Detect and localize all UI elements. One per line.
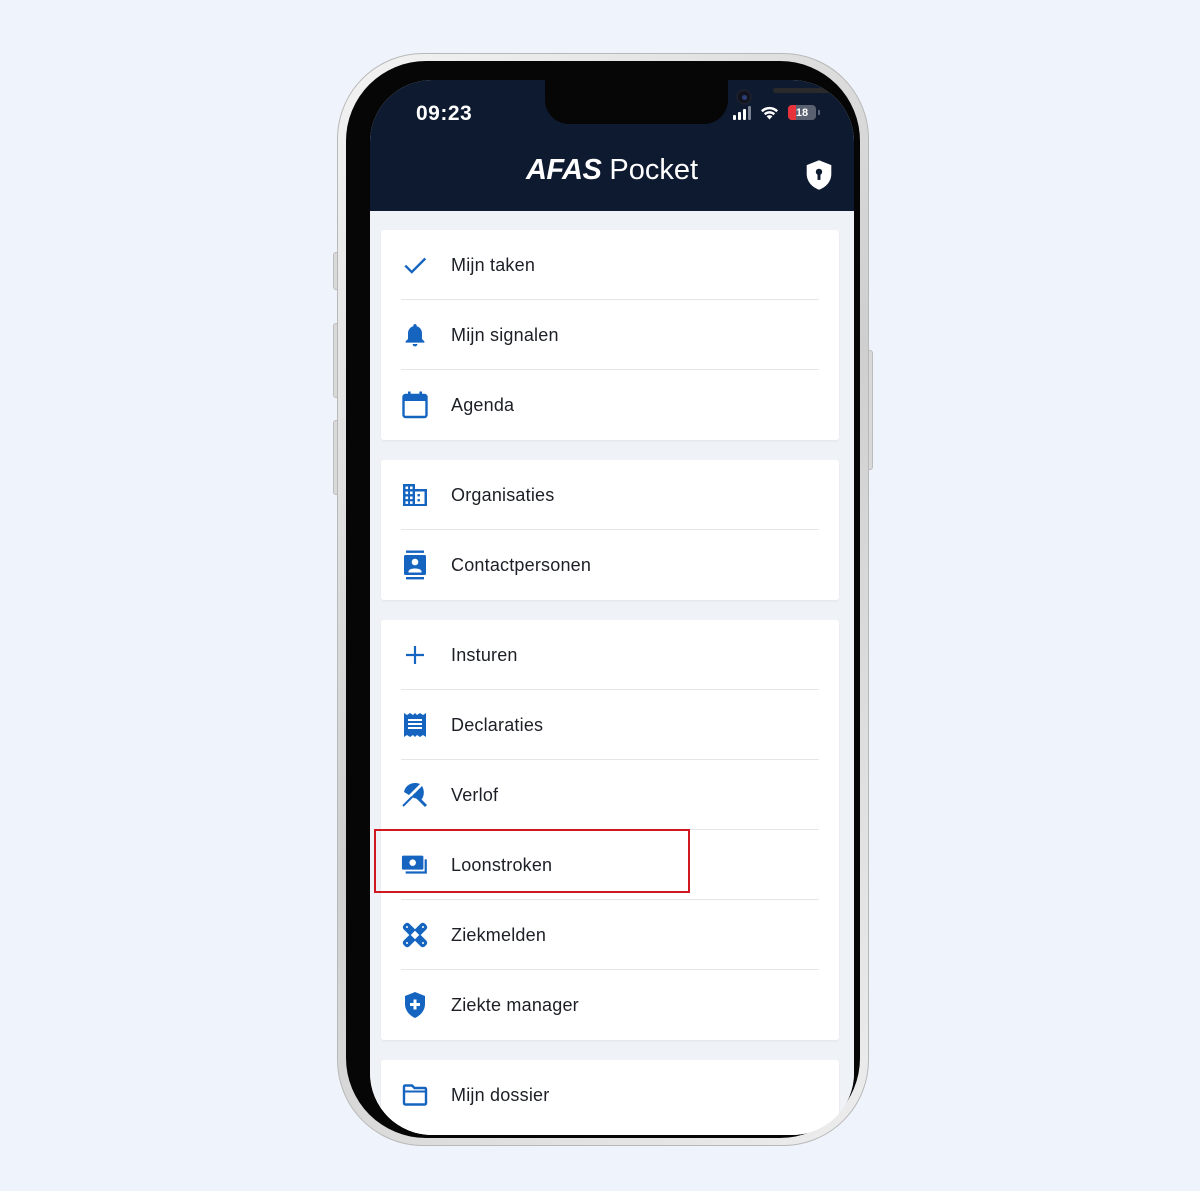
menu-item-mijn-dossier[interactable]: Mijn dossier <box>381 1060 839 1130</box>
menu-item-label: Loonstroken <box>451 854 553 875</box>
bell-icon <box>401 321 429 349</box>
battery-icon: 18 <box>788 105 816 120</box>
menu-item-contactpersonen[interactable]: Contactpersonen <box>381 530 839 600</box>
menu-content: Mijn taken Mijn signalen Agenda Organisa… <box>370 211 854 1135</box>
menu-card-relations: Organisaties Contactpersonen <box>381 460 839 600</box>
menu-item-insturen[interactable]: Insturen <box>381 620 839 690</box>
contact-card-icon <box>401 550 429 580</box>
menu-item-ziekmelden[interactable]: Ziekmelden <box>381 900 839 970</box>
phone-notch <box>545 80 853 124</box>
folder-icon <box>401 1081 429 1109</box>
phone-bezel: 09:23 18 AFAS Pocket Mijn taken Mijn sig… <box>346 61 860 1138</box>
menu-item-organisaties[interactable]: Organisaties <box>381 460 839 530</box>
front-camera <box>736 89 752 105</box>
beach-umbrella-icon <box>401 781 429 809</box>
menu-card-hr: Insturen Declaraties Verlof Loonstroken … <box>381 620 839 1040</box>
menu-item-declaraties[interactable]: Declaraties <box>381 690 839 760</box>
menu-item-ziekte-manager[interactable]: Ziekte manager <box>381 970 839 1040</box>
status-icons: 18 <box>733 105 820 120</box>
menu-item-label: Ziekmelden <box>451 924 547 945</box>
menu-item-label: Mijn signalen <box>451 324 559 345</box>
menu-item-label: Mijn dossier <box>451 1084 550 1105</box>
bandage-icon <box>401 921 429 949</box>
security-shield-button[interactable] <box>804 159 834 191</box>
check-icon <box>401 251 429 279</box>
menu-item-mijn-taken[interactable]: Mijn taken <box>381 230 839 300</box>
menu-item-loonstroken[interactable]: Loonstroken <box>381 830 839 900</box>
phone-speaker <box>773 88 853 93</box>
medical-shield-icon <box>401 991 429 1019</box>
phone-screen: 09:23 18 AFAS Pocket Mijn taken Mijn sig… <box>370 80 854 1135</box>
menu-item-label: Ziekte manager <box>451 994 579 1015</box>
battery-tip <box>818 110 820 115</box>
receipt-icon <box>401 711 429 739</box>
menu-item-label: Agenda <box>451 394 515 415</box>
battery-level: 18 <box>795 106 809 119</box>
app-logo: AFAS Pocket <box>370 154 854 187</box>
menu-item-label: Declaraties <box>451 714 544 735</box>
menu-item-agenda[interactable]: Agenda <box>381 370 839 440</box>
menu-item-label: Mijn taken <box>451 254 536 275</box>
menu-item-label: Verlof <box>451 784 499 805</box>
shield-lock-icon <box>806 160 832 190</box>
plus-icon <box>401 641 429 669</box>
menu-item-verlof[interactable]: Verlof <box>381 760 839 830</box>
status-time: 09:23 <box>416 102 473 125</box>
building-icon <box>401 481 429 509</box>
cellular-signal-icon <box>733 105 751 120</box>
menu-card-personal: Mijn taken Mijn signalen Agenda <box>381 230 839 440</box>
app-header: 09:23 18 AFAS Pocket <box>370 80 854 211</box>
payslip-money-icon <box>401 851 429 879</box>
menu-card-dossier: Mijn dossier <box>381 1060 839 1135</box>
wifi-icon <box>761 106 778 119</box>
menu-item-label: Insturen <box>451 644 518 665</box>
menu-item-label: Organisaties <box>451 484 555 505</box>
menu-item-label: Contactpersonen <box>451 554 592 575</box>
calendar-icon <box>401 391 429 419</box>
app-brand: AFAS <box>525 154 602 186</box>
app-product: Pocket <box>609 154 699 186</box>
phone-frame: 09:23 18 AFAS Pocket Mijn taken Mijn sig… <box>337 53 869 1146</box>
menu-item-mijn-signalen[interactable]: Mijn signalen <box>381 300 839 370</box>
